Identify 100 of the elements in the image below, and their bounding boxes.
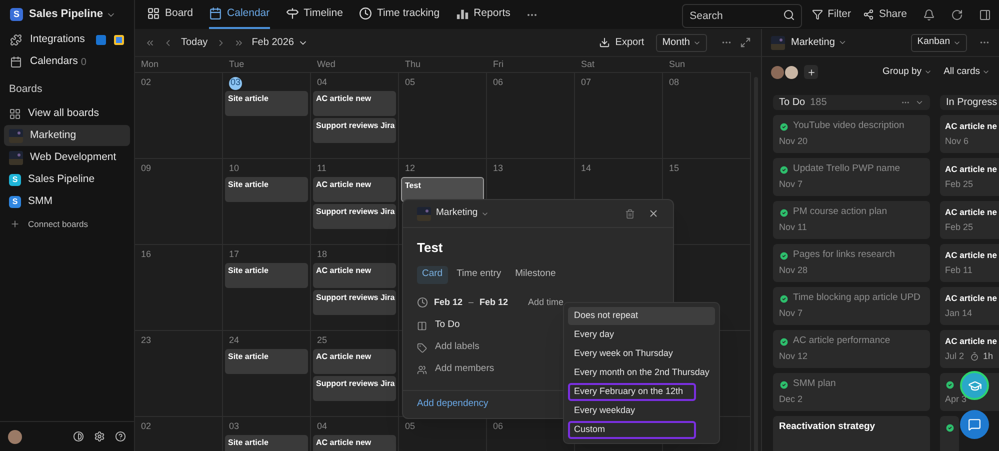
bell-icon[interactable] <box>923 8 935 20</box>
kanban-card[interactable]: Pages for links research Nov 28 <box>773 244 930 282</box>
double-right-icon[interactable] <box>234 38 244 48</box>
calendar-event[interactable]: AC article new <box>313 349 396 374</box>
card-date: Apr 3 <box>945 392 967 406</box>
share-button[interactable]: Share <box>862 6 907 22</box>
add-members-link[interactable]: Add members <box>435 362 494 377</box>
add-time-link[interactable]: Add time <box>528 296 564 310</box>
day-number: 10 <box>229 162 240 176</box>
view-tab[interactable]: Board <box>147 0 194 29</box>
refresh-icon[interactable] <box>951 8 963 20</box>
sidebar-item[interactable]: Integrations <box>30 32 88 48</box>
weekday-label: Mon <box>141 58 159 71</box>
calendar-event[interactable]: AC article new <box>313 91 396 116</box>
calendar-event[interactable]: Site article <box>225 349 308 374</box>
card-date: Jul 2 <box>945 350 964 363</box>
kanban-card[interactable] <box>940 416 959 451</box>
menu-item[interactable]: Every month on the 2nd Thursday <box>568 364 716 382</box>
connect-boards-link[interactable]: Connect boards <box>28 218 88 230</box>
menu-item[interactable]: Every February on the 12th <box>568 383 696 401</box>
view-tab[interactable]: Calendar <box>209 0 270 29</box>
search-field[interactable]: Search <box>682 4 802 28</box>
view-tab[interactable]: Reports <box>456 0 510 29</box>
cards-filter-dropdown[interactable]: All cards <box>944 64 990 80</box>
kanban-card[interactable]: AC article performance Nov 12 <box>773 330 930 368</box>
start-date[interactable]: Feb 12 <box>434 296 463 310</box>
workspace-switcher[interactable]: Sales Pipeline <box>29 6 116 23</box>
view-tab[interactable]: Time tracking <box>358 0 440 29</box>
card-tab[interactable]: Card <box>417 266 448 284</box>
panel-icon[interactable] <box>979 8 991 20</box>
kanban-card[interactable]: AC article ne Feb 25 <box>940 201 999 239</box>
contrast-icon[interactable] <box>73 431 84 442</box>
trash-icon[interactable] <box>625 208 635 218</box>
status-value[interactable]: To Do <box>435 318 460 333</box>
board-item[interactable]: Web Development <box>4 147 130 168</box>
export-button[interactable]: Export <box>599 35 644 50</box>
group-by-dropdown[interactable]: Group by <box>882 64 932 80</box>
today-button[interactable]: Today <box>181 35 208 50</box>
weekday-label: Sun <box>669 58 686 71</box>
calendar-event[interactable]: Site article <box>225 177 308 202</box>
add-dependency-link[interactable]: Add dependency <box>417 397 488 412</box>
expand-icon[interactable] <box>740 37 751 48</box>
kanban-card[interactable]: YouTube video description Nov 20 <box>773 115 930 153</box>
menu-item[interactable]: Every day <box>568 326 716 344</box>
column-title: In Progress <box>946 96 998 110</box>
board-item[interactable]: View all boards <box>4 103 130 124</box>
menu-item[interactable]: Custom <box>568 421 696 439</box>
filter-button[interactable]: Filter <box>812 6 851 22</box>
kanban-card[interactable]: AC article ne Feb 11 <box>940 244 999 282</box>
close-icon[interactable] <box>648 208 659 219</box>
board-switcher[interactable]: Marketing <box>436 206 489 221</box>
card-tab[interactable]: Time entry <box>452 266 506 284</box>
month-picker[interactable]: Feb 2026 <box>252 35 308 50</box>
user-avatar[interactable] <box>8 430 22 444</box>
calendar-event[interactable]: Support reviews Jira <box>313 118 396 143</box>
calendar-event[interactable]: Support reviews Jira <box>313 290 396 315</box>
workspace-badge: S <box>10 8 23 21</box>
calendar-event[interactable]: Site article <box>225 435 308 451</box>
calendar-event[interactable]: AC article new <box>313 177 396 202</box>
collapse-icon[interactable] <box>915 98 924 107</box>
calendar-event[interactable]: Support reviews Jira <box>313 204 396 229</box>
sidebar-item[interactable]: Calendars <box>30 54 78 70</box>
calendar-event[interactable]: AC article new <box>313 435 396 451</box>
double-left-icon[interactable] <box>145 38 155 48</box>
calendar-event[interactable]: Site article <box>225 263 308 288</box>
calendar-event[interactable]: Support reviews Jira <box>313 376 396 401</box>
kanban-card[interactable]: Update Trello PWP name Nov 7 <box>773 158 930 196</box>
menu-item[interactable]: Every week on Thursday <box>568 345 716 363</box>
kanban-card[interactable]: Time blocking app article UPD Nov 7 <box>773 287 930 325</box>
calendar-event[interactable]: AC article new <box>313 263 396 288</box>
weekday-label: Fri <box>493 58 504 71</box>
add-member-button[interactable] <box>804 65 818 79</box>
kanban-card[interactable]: Reactivation strategy <box>773 416 930 451</box>
board-item[interactable]: Marketing <box>4 125 130 146</box>
kanban-card[interactable]: AC article ne Feb 25 <box>940 158 999 196</box>
add-labels-link[interactable]: Add labels <box>435 340 480 355</box>
kanban-card[interactable]: PM course action plan Nov 11 <box>773 201 930 239</box>
calendars-count: 0 <box>80 56 86 70</box>
kanban-card[interactable]: AC article ne Jul 2 1h <box>940 330 999 368</box>
view-tab[interactable]: Timeline <box>286 0 343 29</box>
menu-item[interactable]: Does not repeat <box>568 307 716 325</box>
board-switcher[interactable]: Marketing <box>791 35 847 50</box>
menu-item[interactable]: Every weekday <box>568 402 716 420</box>
board-item[interactable]: S Sales Pipeline <box>4 169 130 190</box>
member-avatar[interactable] <box>785 66 798 78</box>
view-dropdown[interactable]: Month <box>656 34 707 52</box>
help-icon[interactable] <box>115 431 126 442</box>
kanban-card[interactable]: AC article ne Nov 6 <box>940 115 999 153</box>
view-dropdown[interactable]: Kanban <box>911 34 967 52</box>
end-date[interactable]: Feb 12 <box>480 296 508 310</box>
caret-icon <box>982 68 990 76</box>
settings-icon[interactable] <box>94 431 105 442</box>
kanban-card[interactable]: SMM plan Dec 2 <box>773 373 930 411</box>
board-item[interactable]: S SMM <box>4 191 130 212</box>
card-title: Time blocking app article UPD <box>793 291 920 306</box>
kanban-card[interactable]: AC article ne Jan 14 <box>940 287 999 325</box>
signpost-icon <box>286 7 299 20</box>
card-tab[interactable]: Milestone <box>510 266 561 284</box>
calendar-event[interactable]: Site article <box>225 91 308 116</box>
day-number: 05 <box>405 420 416 434</box>
